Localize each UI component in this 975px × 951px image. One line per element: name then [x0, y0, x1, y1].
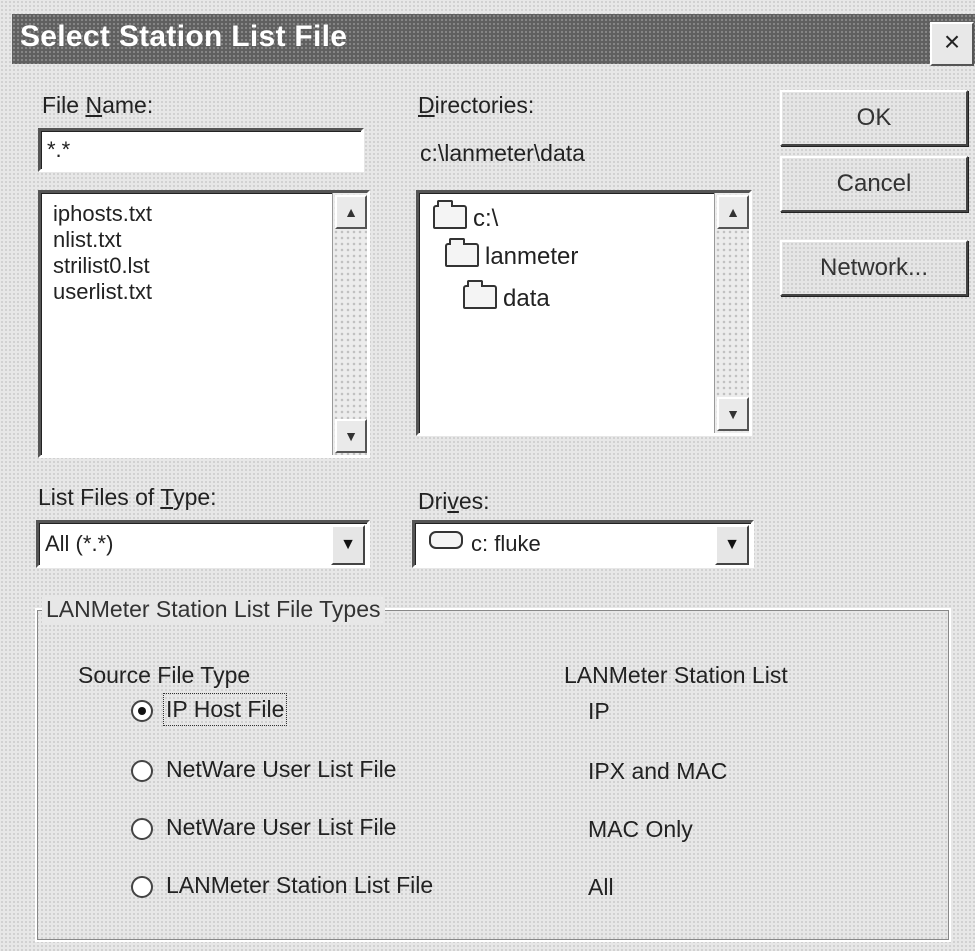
chevron-down-icon[interactable]: ▼: [331, 525, 365, 565]
file-list[interactable]: iphosts.txt nlist.txt strilist0.lst user…: [38, 190, 370, 458]
title-bar: Select Station List File: [12, 14, 975, 64]
drives-value: c: fluke: [471, 531, 541, 556]
scroll-down-icon[interactable]: ▼: [717, 397, 749, 431]
scroll-up-icon[interactable]: ▲: [335, 195, 367, 229]
drive-icon: [429, 531, 463, 549]
station-list-result: IPX and MAC: [588, 758, 728, 784]
dialog-title: Select Station List File: [20, 20, 348, 53]
directory-item[interactable]: c:\: [433, 200, 498, 233]
radio-label[interactable]: IP Host File: [162, 693, 288, 726]
folder-open-icon: [445, 238, 479, 267]
cancel-button[interactable]: Cancel: [780, 156, 968, 212]
folder-open-icon: [433, 200, 467, 229]
list-item[interactable]: iphosts.txt: [53, 201, 152, 227]
scroll-up-icon[interactable]: ▲: [717, 195, 749, 229]
station-list-result: IP: [588, 698, 610, 724]
ok-button[interactable]: OK: [780, 90, 968, 146]
directory-scrollbar[interactable]: ▲ ▼: [714, 193, 749, 433]
radio-icon[interactable]: [131, 876, 153, 898]
source-file-type-header: Source File Type: [78, 662, 251, 688]
current-directory-path: c:\lanmeter\data: [420, 140, 585, 166]
select-station-list-dialog: Select Station List File × File Name: *.…: [0, 0, 975, 951]
radio-icon[interactable]: [131, 818, 153, 840]
chevron-down-icon[interactable]: ▼: [715, 525, 749, 565]
file-name-input[interactable]: *.*: [38, 128, 364, 172]
list-item[interactable]: strilist0.lst: [53, 253, 152, 279]
file-list-items: iphosts.txt nlist.txt strilist0.lst user…: [53, 201, 152, 305]
drives-label: Drives:: [418, 488, 490, 514]
radio-selected-icon[interactable]: [131, 700, 153, 722]
radio-icon[interactable]: [131, 760, 153, 782]
folder-open-icon: [463, 280, 497, 309]
list-item[interactable]: nlist.txt: [53, 227, 152, 253]
station-list-result: MAC Only: [588, 816, 693, 842]
network-button[interactable]: Network...: [780, 240, 968, 296]
directory-tree[interactable]: c:\ lanmeter data ▲ ▼: [416, 190, 752, 436]
directories-label: Directories:: [418, 92, 535, 118]
list-item[interactable]: userlist.txt: [53, 279, 152, 305]
file-type-select[interactable]: All (*.*) ▼: [36, 520, 370, 568]
file-type-label: List Files of Type:: [38, 484, 217, 510]
station-list-result: All: [588, 874, 614, 900]
group-title: LANMeter Station List File Types: [42, 596, 385, 623]
close-button[interactable]: ×: [930, 22, 974, 66]
file-type-value: All (*.*): [45, 531, 114, 556]
drives-select[interactable]: c: fluke ▼: [412, 520, 754, 568]
scroll-down-icon[interactable]: ▼: [335, 419, 367, 453]
radio-label[interactable]: LANMeter Station List File: [166, 872, 433, 899]
directory-item[interactable]: data: [463, 280, 550, 313]
station-list-header: LANMeter Station List: [564, 662, 788, 688]
file-list-scrollbar[interactable]: ▲ ▼: [332, 193, 367, 455]
radio-label[interactable]: NetWare User List File: [166, 756, 396, 783]
directory-item[interactable]: lanmeter: [445, 238, 578, 271]
file-name-label: File Name:: [42, 92, 154, 118]
radio-label[interactable]: NetWare User List File: [166, 814, 396, 841]
file-name-value: *.*: [47, 137, 71, 162]
